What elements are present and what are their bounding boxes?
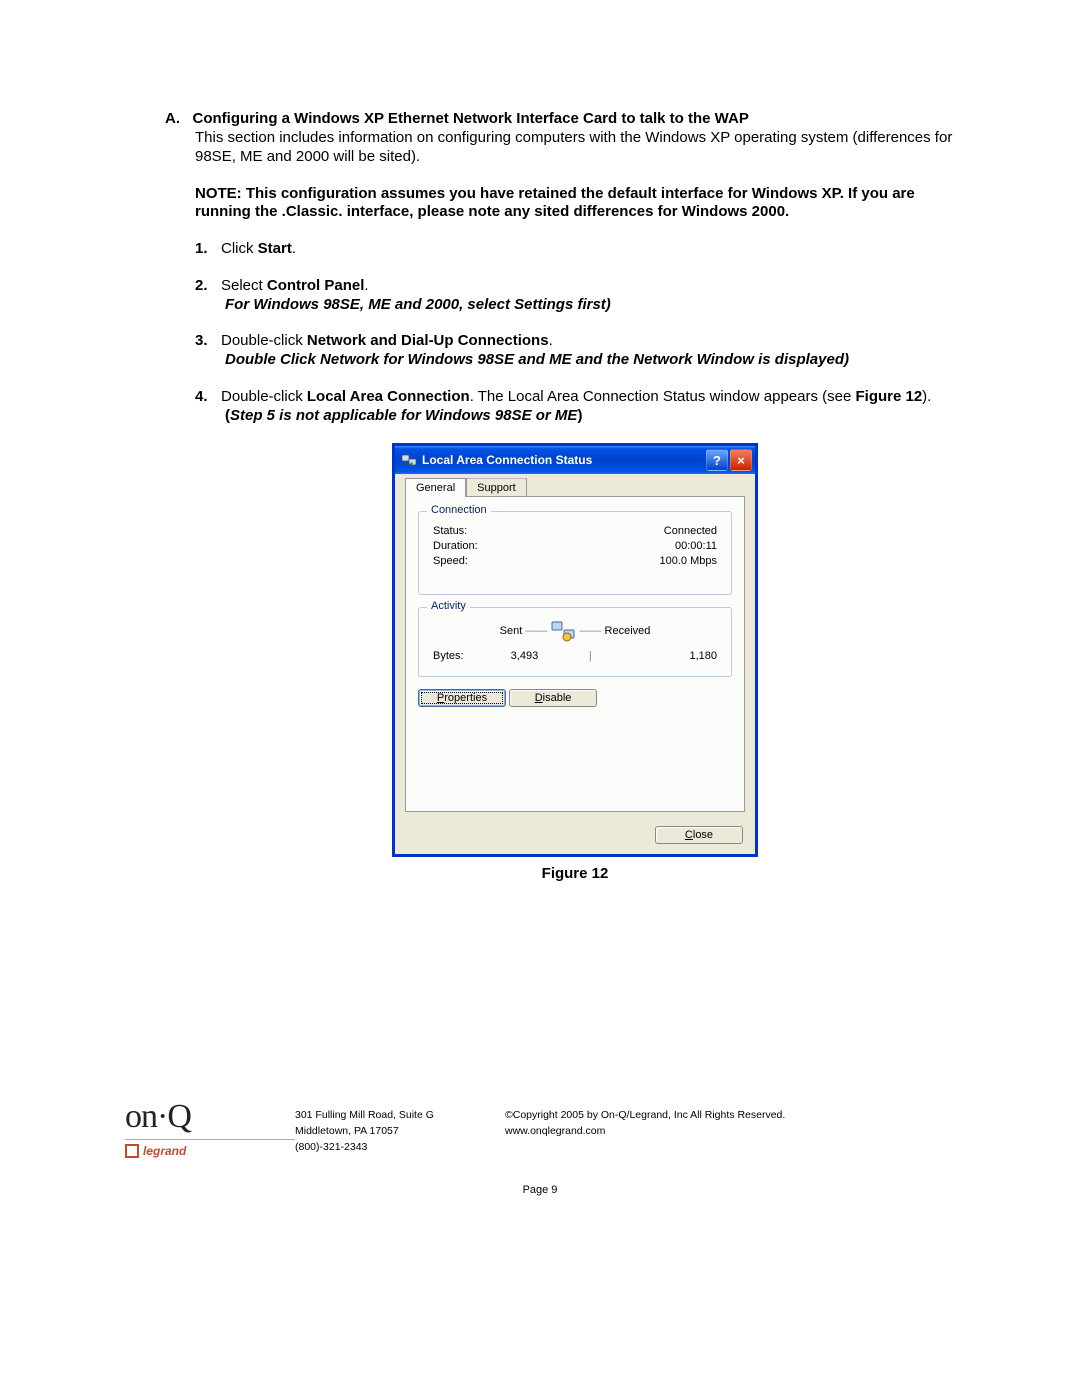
label-speed: Speed: — [433, 555, 468, 567]
url: www.onqlegrand.com — [505, 1124, 955, 1140]
value-speed: 100.0 Mbps — [660, 555, 717, 567]
group-connection: Connection Status:Connected Duration:00:… — [418, 511, 732, 595]
disable-button[interactable]: Disable — [509, 689, 597, 707]
phone: (800)-321-2343 — [295, 1140, 505, 1156]
onq-logo: on·Q — [125, 1102, 295, 1133]
legrand-logo: legrand — [125, 1139, 295, 1158]
group-legend-connection: Connection — [427, 504, 491, 516]
figure-caption: Figure 12 — [195, 865, 955, 882]
xp-dialog: Local Area Connection Status ? × General… — [392, 443, 758, 857]
addr-line-1: 301 Fulling Mill Road, Suite G — [295, 1108, 505, 1124]
addr-line-2: Middletown, PA 17057 — [295, 1124, 505, 1140]
value-bytes-received: 1,180 — [595, 650, 717, 662]
intro-paragraph: This section includes information on con… — [195, 129, 955, 167]
section-heading: A. Configuring a Windows XP Ethernet Net… — [165, 110, 955, 127]
tab-panel-general: Connection Status: Connected Duration: 00:… — [405, 496, 745, 812]
activity-icon — [550, 620, 576, 642]
step-1: 1.Click Start. — [195, 240, 955, 259]
section-title: Configuring a Windows XP Ethernet Networ… — [193, 110, 749, 127]
titlebar[interactable]: Local Area Connection Status ? × — [395, 446, 755, 474]
tab-strip: General Support — [405, 478, 745, 497]
legrand-square-icon — [125, 1144, 139, 1158]
step-4: 4.Double-click Local Area Connection. Th… — [195, 388, 955, 426]
label-status: Status: — [433, 525, 467, 537]
value-bytes-sent: 3,493 — [464, 650, 586, 662]
tab-support[interactable]: Support — [466, 478, 527, 497]
label-bytes: Bytes: — [433, 650, 464, 662]
page-footer: on·Q legrand 301 Fulling Mill Road, Suit… — [0, 1102, 1080, 1196]
logo-block: on·Q legrand — [125, 1102, 295, 1158]
button-row: Properties Disable — [418, 689, 732, 707]
close-button[interactable]: Close — [655, 826, 743, 844]
figure-12: Local Area Connection Status ? × General… — [195, 443, 955, 882]
step-3: 3.Double-click Network and Dial-Up Conne… — [195, 332, 955, 370]
copyright: ©Copyright 2005 by On-Q/Legrand, Inc All… — [505, 1108, 955, 1124]
help-button[interactable]: ? — [706, 449, 728, 471]
section-letter: A. — [165, 110, 180, 127]
close-x-button[interactable]: × — [730, 449, 752, 471]
value-status: Connected — [664, 525, 717, 537]
label-duration: Duration: — [433, 540, 478, 552]
label-sent: Sent — [500, 625, 523, 637]
copyright-column: ©Copyright 2005 by On-Q/Legrand, Inc All… — [505, 1102, 955, 1140]
label-received: Received — [605, 625, 651, 637]
window-title: Local Area Connection Status — [422, 453, 704, 467]
group-activity: Activity Sent —— — [418, 607, 732, 677]
network-icon — [401, 452, 417, 468]
properties-button[interactable]: Properties — [418, 689, 506, 707]
step-2: 2.Select Control Panel. For Windows 98SE… — [195, 277, 955, 315]
address-column: 301 Fulling Mill Road, Suite G Middletow… — [295, 1102, 505, 1155]
value-duration: 00:00:11 — [675, 540, 717, 552]
group-legend-activity: Activity — [427, 600, 470, 612]
note-paragraph: NOTE: This configuration assumes you hav… — [195, 185, 955, 223]
tab-general[interactable]: General — [405, 478, 466, 497]
steps-list: 1.Click Start. 2.Select Control Panel. F… — [195, 240, 955, 425]
page-number: Page 9 — [125, 1184, 955, 1196]
